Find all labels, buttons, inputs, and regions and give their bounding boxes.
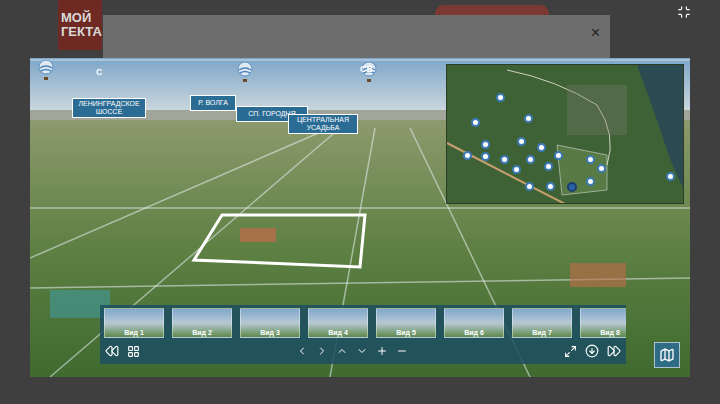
view-thumbnail[interactable]: Вид 3	[240, 308, 300, 338]
place-label[interactable]: ЦЕНТРАЛЬНАЯ УСАДЬБА	[288, 114, 358, 134]
minimap-terrain-icon	[447, 65, 684, 204]
minimap-pin[interactable]	[666, 172, 675, 181]
view-thumbnail[interactable]: Вид 1	[104, 308, 164, 338]
expand-icon[interactable]	[564, 345, 577, 358]
minimap-pin[interactable]	[525, 182, 534, 191]
view-thumbnail[interactable]: Вид 6	[444, 308, 504, 338]
minimap[interactable]	[446, 64, 684, 204]
minimap-pin[interactable]	[471, 118, 480, 127]
place-label[interactable]: ЛЕНИНГРАДСКОЕ ШОССЕ	[72, 98, 146, 118]
minimap-pin[interactable]	[546, 182, 555, 191]
forward-icon[interactable]	[607, 344, 621, 358]
compass-label: СВ	[360, 65, 373, 74]
view-thumbnail[interactable]: Вид 8	[580, 308, 626, 338]
map-icon	[659, 347, 675, 363]
minimap-pin[interactable]	[463, 151, 472, 160]
compass-label: С	[96, 68, 103, 77]
page: МОЙГЕКТА×ССВЛЕНИНГРАДСКОЕ ШОССЕР. ВОЛГАС…	[0, 0, 720, 404]
minimap-pin[interactable]	[481, 152, 490, 161]
view-thumbnail[interactable]: Вид 5	[376, 308, 436, 338]
map-toggle-button[interactable]	[654, 342, 680, 368]
place-label[interactable]: Р. ВОЛГА	[190, 95, 236, 111]
view-strip: Вид 1 Вид 2 Вид 3 Вид 4 Вид 5 Вид 6 Вид 7 Вид 8	[100, 305, 626, 338]
download-icon[interactable]	[585, 344, 599, 358]
view-thumbnail[interactable]: Вид 7	[512, 308, 572, 338]
zoom-out-icon[interactable]	[396, 345, 408, 357]
minimap-pin[interactable]	[544, 162, 553, 171]
rewind-icon[interactable]	[105, 344, 119, 358]
left-icon[interactable]	[296, 345, 308, 357]
minimap-pin[interactable]	[481, 140, 490, 149]
down-icon[interactable]	[356, 345, 368, 357]
fullscreen-icon[interactable]	[677, 5, 691, 19]
minimap-pin[interactable]	[512, 165, 521, 174]
zoom-in-icon[interactable]	[376, 345, 388, 357]
balloon-icon	[38, 60, 54, 82]
minimap-pin[interactable]	[526, 155, 535, 164]
view-thumbnail[interactable]: Вид 2	[172, 308, 232, 338]
minimap-pin[interactable]	[567, 182, 577, 192]
view-thumbnail[interactable]: Вид 4	[308, 308, 368, 338]
minimap-pin[interactable]	[500, 155, 509, 164]
up-icon[interactable]	[336, 345, 348, 357]
minimap-pin[interactable]	[517, 137, 526, 146]
minimap-pin[interactable]	[524, 114, 533, 123]
right-icon[interactable]	[316, 345, 328, 357]
minimap-pin[interactable]	[496, 93, 505, 102]
controls-row	[100, 338, 626, 364]
minimap-pin[interactable]	[554, 151, 563, 160]
balloon-icon	[237, 62, 253, 84]
minimap-pin[interactable]	[586, 177, 595, 186]
minimap-pin[interactable]	[586, 155, 595, 164]
panorama-viewer[interactable]: ССВЛЕНИНГРАДСКОЕ ШОССЕР. ВОЛГАСП. ГОРОДН…	[30, 58, 690, 377]
minimap-pin[interactable]	[597, 164, 606, 173]
grid-icon[interactable]	[127, 345, 140, 358]
minimap-pin[interactable]	[537, 143, 546, 152]
view-bar: Вид 1 Вид 2 Вид 3 Вид 4 Вид 5 Вид 6 Вид 7 Вид 8	[100, 305, 626, 364]
site-logo[interactable]: МОЙГЕКТА	[58, 0, 102, 50]
